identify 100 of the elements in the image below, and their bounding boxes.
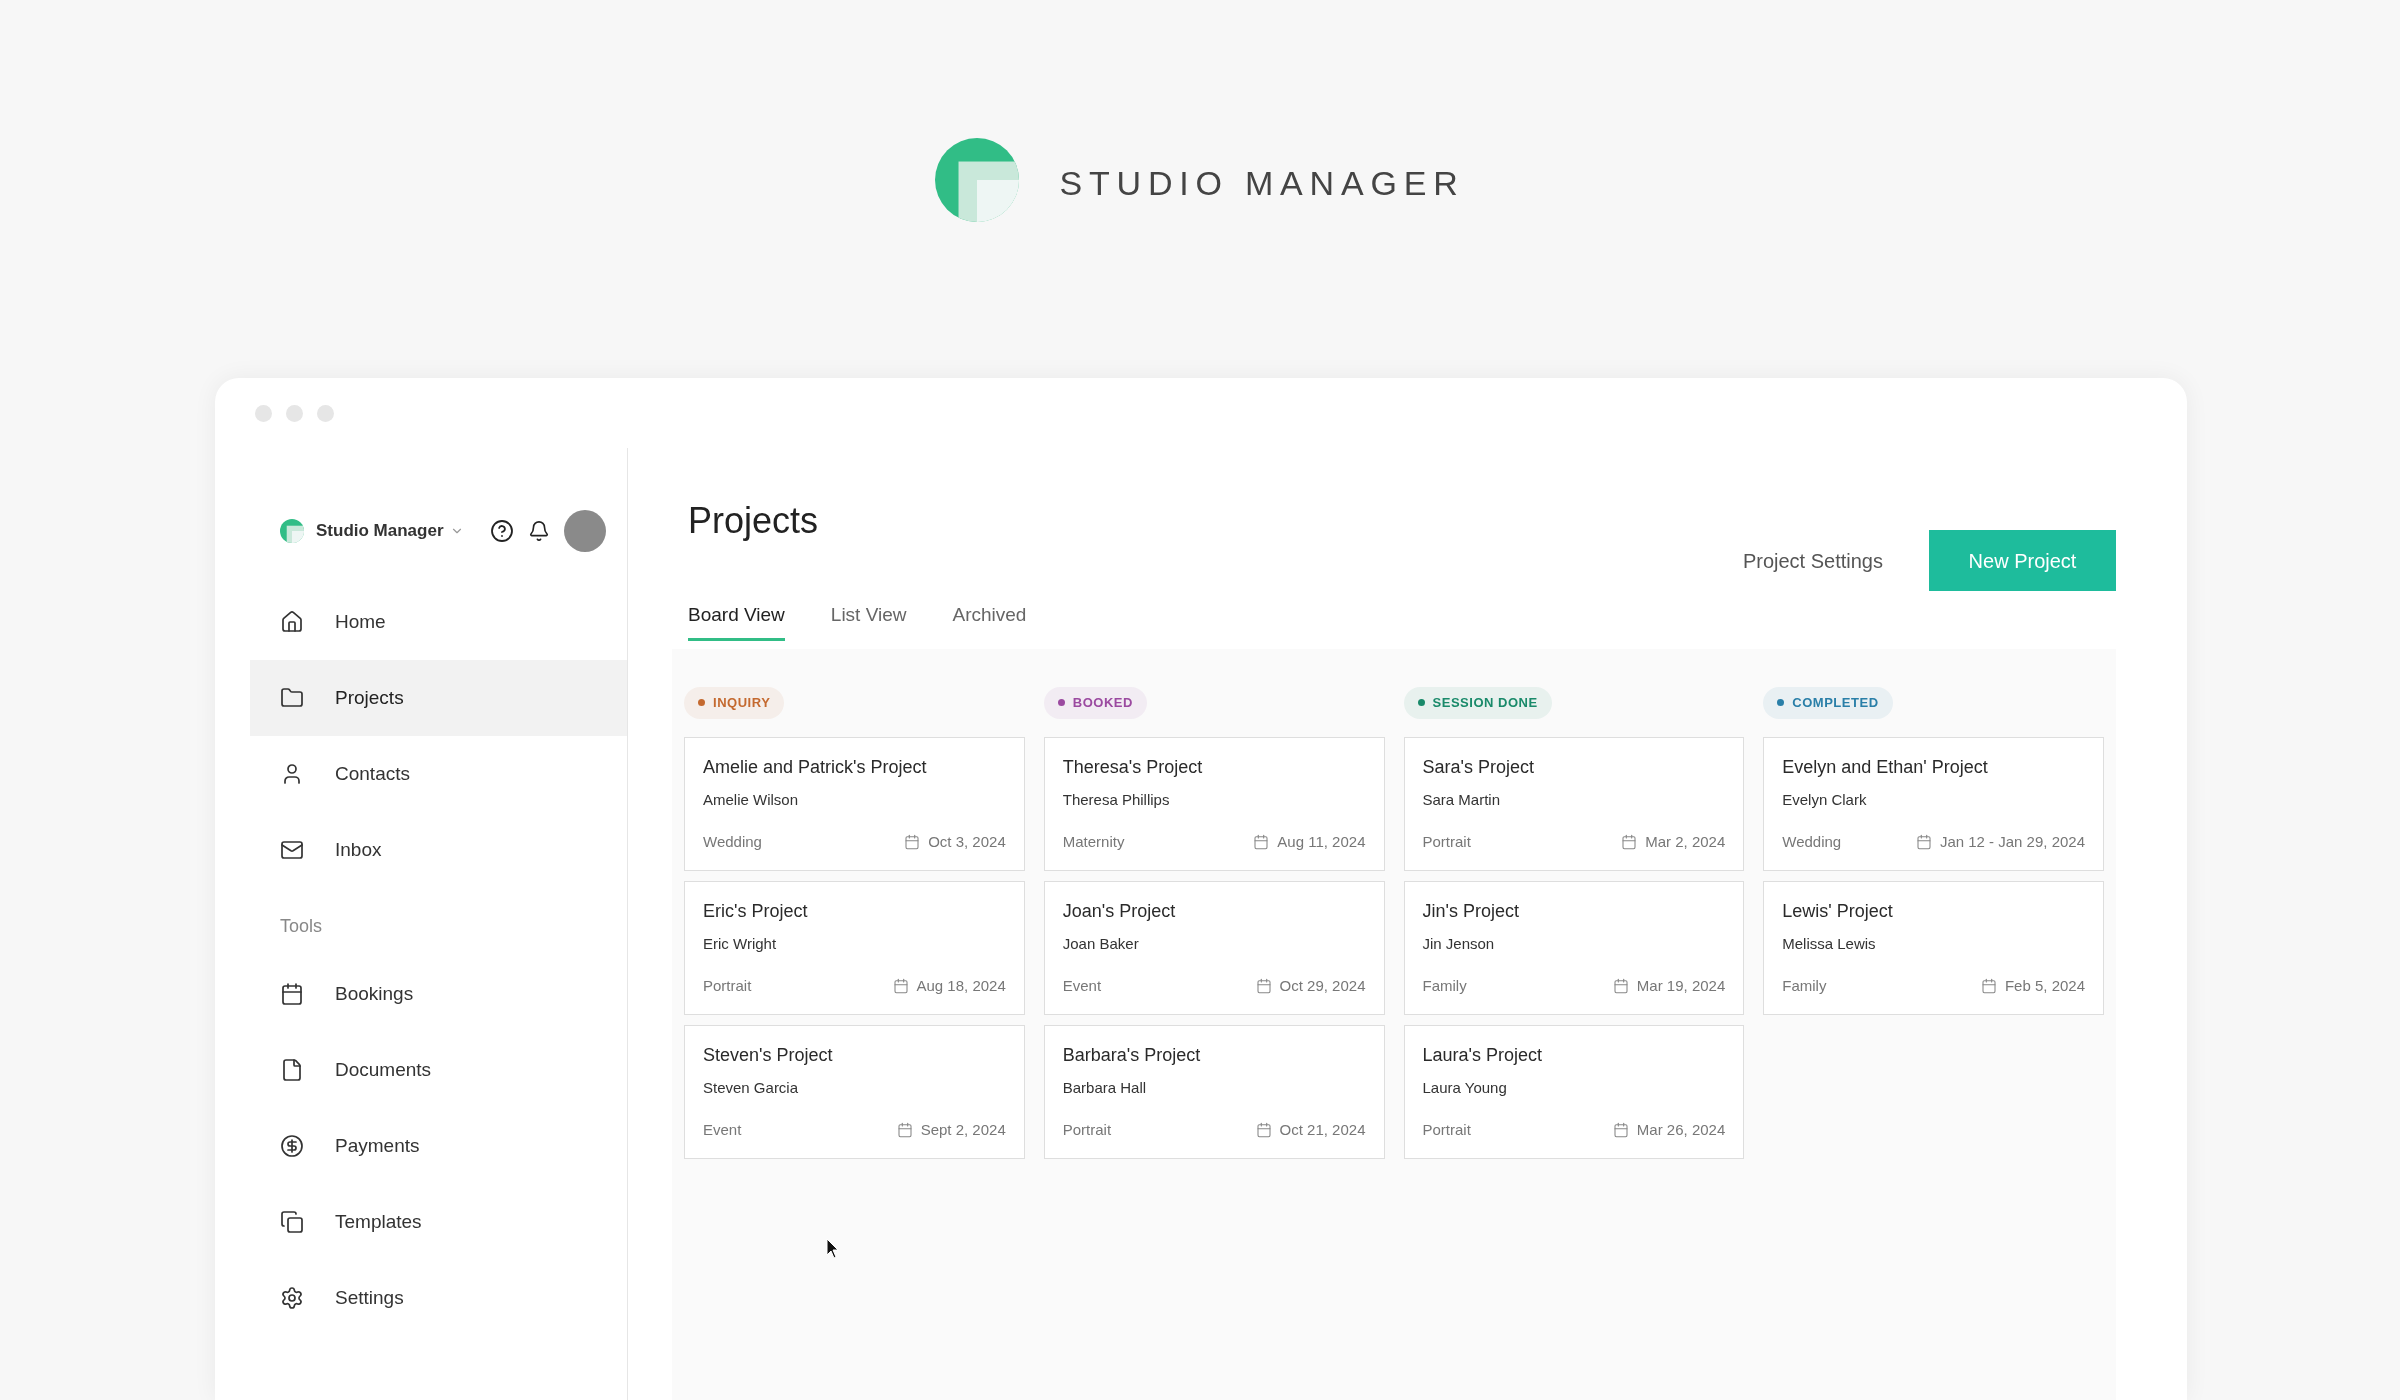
view-tab[interactable]: List View [830, 601, 907, 641]
calendar-icon [896, 1122, 913, 1139]
project-title: Barbara's Project [1062, 1043, 1202, 1067]
sidebar-item[interactable]: Projects [250, 660, 627, 736]
calendar-icon [1621, 834, 1638, 851]
project-type: Portrait [1062, 1120, 1112, 1140]
project-type: Portrait [703, 976, 752, 996]
project-type: Event [1062, 976, 1102, 996]
calendar-icon [280, 982, 304, 1006]
project-date: Oct 3, 2024 [928, 832, 1006, 852]
client-name: Melissa Lewis [1782, 933, 1877, 954]
project-date: Aug 18, 2024 [916, 976, 1006, 996]
logo-icon [280, 519, 304, 543]
project-date: Mar 26, 2024 [1636, 1120, 1726, 1140]
project-date: Mar 2, 2024 [1645, 832, 1726, 852]
project-type: Wedding [703, 832, 762, 852]
client-name: Steven Garcia [703, 1077, 800, 1098]
envelope-icon [280, 838, 304, 862]
project-title: Evelyn and Ethan' Project [1782, 755, 1989, 779]
sidebar-item[interactable]: Settings [250, 1260, 627, 1336]
project-type: Family [1422, 976, 1467, 996]
document-icon [280, 1058, 304, 1082]
project-title: Steven's Project [703, 1043, 834, 1067]
project-type: Wedding [1782, 832, 1842, 852]
view-tab[interactable]: Archived [952, 601, 1027, 641]
client-name: Barbara Hall [1062, 1077, 1148, 1098]
project-date: Jan 12 - Jan 29, 2024 [1939, 832, 2085, 852]
project-type: Event [703, 1120, 742, 1140]
project-title: Laura's Project [1422, 1043, 1543, 1067]
client-name: Laura Young [1422, 1077, 1508, 1098]
status-tag: COMPLETED [1763, 686, 1893, 719]
project-card[interactable]: Theresa's Project Theresa Phillips Maternity Aug 11, 2024 [1043, 736, 1385, 871]
project-card[interactable]: Sara's Project Sara Martin Portrait Mar 2, 2024 [1403, 736, 1745, 871]
status-tag: SESSION DONE [1403, 686, 1552, 719]
calendar-icon [1255, 1122, 1272, 1139]
sidebar-item[interactable]: Bookings [250, 956, 627, 1032]
project-date: Mar 19, 2024 [1636, 976, 1726, 996]
sidebar-item[interactable]: Documents [250, 1032, 627, 1108]
project-title: Lewis' Project [1782, 899, 1894, 923]
status-tag: INQUIRY [684, 686, 785, 719]
avatar[interactable] [563, 510, 606, 552]
notification-icon[interactable] [527, 520, 550, 542]
sidebar-item[interactable]: Contacts [250, 736, 627, 812]
client-name: Amelie Wilson [703, 789, 800, 810]
project-title: Jin's Project [1422, 899, 1520, 923]
project-card[interactable]: Barbara's Project Barbara Hall Portrait Oct 21, 2024 [1043, 1024, 1385, 1159]
mouse-pointer-icon [826, 1238, 840, 1260]
project-card[interactable]: Joan's Project Joan Baker Event Oct 29, 2024 [1043, 880, 1385, 1015]
copy-icon [280, 1210, 304, 1234]
project-date: Feb 5, 2024 [2004, 976, 2085, 996]
calendar-icon [1612, 1122, 1629, 1139]
settings-icon [280, 1286, 304, 1310]
client-name: Theresa Phillips [1062, 789, 1171, 810]
project-card[interactable]: Steven's Project Steven Garcia Event Sept 2, 2024 [684, 1024, 1025, 1159]
status-tag: BOOKED [1043, 686, 1147, 719]
project-card[interactable]: Lewis' Project Melissa Lewis Family Feb 5, 2024 [1763, 880, 2104, 1015]
project-type: Portrait [1422, 832, 1471, 852]
project-date: Oct 21, 2024 [1279, 1120, 1366, 1140]
client-name: Evelyn Clark [1782, 789, 1868, 810]
section-label: Tools [280, 915, 323, 938]
page-title: Projects [688, 503, 820, 539]
project-date: Aug 11, 2024 [1277, 832, 1366, 852]
project-card[interactable]: Jin's Project Jin Jenson Family Mar 19, 2024 [1403, 880, 1745, 1015]
house-icon [280, 610, 304, 634]
project-card[interactable]: Evelyn and Ethan' Project Evelyn Clark Wedding Jan 12 - Jan 29, 2024 [1763, 736, 2104, 871]
dollar-coin-icon [280, 1134, 304, 1158]
folder-icon [280, 686, 304, 710]
project-title: Eric's Project [703, 899, 809, 923]
calendar-icon [1612, 978, 1629, 995]
client-name: Sara Martin [1422, 789, 1502, 810]
project-title: Theresa's Project [1062, 755, 1204, 779]
client-name: Joan Baker [1062, 933, 1140, 954]
project-card[interactable]: Eric's Project Eric Wright Portrait Aug 18, 2024 [684, 880, 1025, 1015]
project-type: Family [1782, 976, 1827, 996]
calendar-icon [904, 834, 921, 851]
project-date: Sept 2, 2024 [920, 1120, 1006, 1140]
sidebar-item[interactable]: Home [250, 584, 627, 660]
view-tab[interactable]: Board View [688, 601, 785, 641]
project-card[interactable]: Amelie and Patrick's Project Amelie Wilson Wedding Oct 3, 2024 [684, 736, 1025, 871]
calendar-icon [892, 978, 909, 995]
sidebar-item[interactable]: Templates [250, 1184, 627, 1260]
project-title: Sara's Project [1422, 755, 1535, 779]
brand-title: STUDIO MANAGER [1059, 163, 1465, 204]
project-type: Portrait [1422, 1120, 1471, 1140]
calendar-icon [1253, 834, 1270, 851]
project-type: Maternity [1062, 832, 1125, 852]
project-date: Oct 29, 2024 [1279, 976, 1366, 996]
sidebar-item[interactable]: Payments [250, 1108, 627, 1184]
project-title: Amelie and Patrick's Project [703, 755, 928, 779]
client-name: Eric Wright [703, 933, 778, 954]
calendar-icon [1980, 978, 1997, 995]
client-name: Jin Jenson [1422, 933, 1496, 954]
calendar-icon [1915, 834, 1932, 851]
workspace-name[interactable]: Studio Manager [316, 518, 444, 544]
help-icon[interactable] [489, 519, 514, 543]
project-settings-button[interactable]: Project Settings [1742, 545, 1883, 576]
project-title: Joan's Project [1062, 899, 1177, 923]
sidebar-item[interactable]: Inbox [250, 812, 627, 888]
calendar-icon [1255, 978, 1272, 995]
project-card[interactable]: Laura's Project Laura Young Portrait Mar 26, 2024 [1403, 1024, 1745, 1159]
